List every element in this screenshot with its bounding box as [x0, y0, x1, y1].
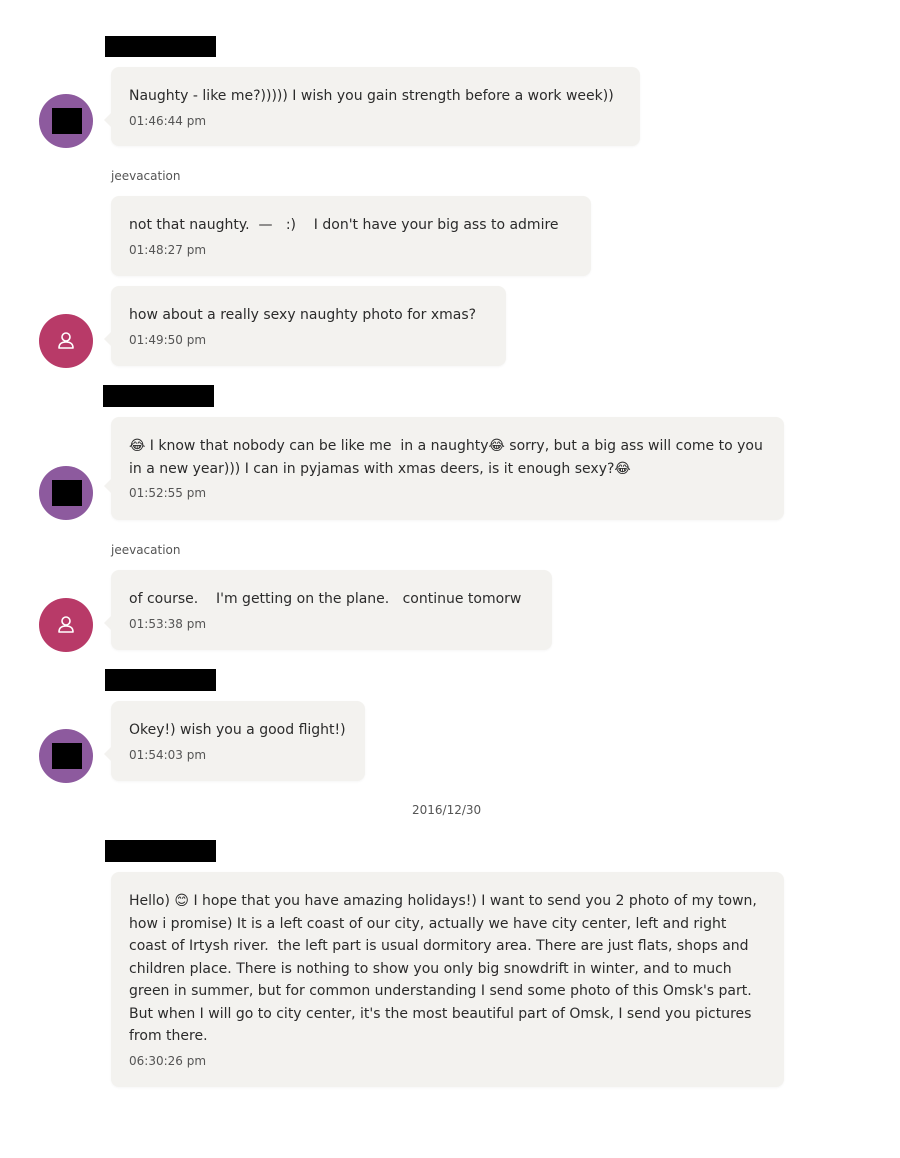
message-bubble: Naughty - like me?))))) I wish you gain … [104, 67, 640, 146]
message-bubble: Hello) 😊 I hope that you have amazing ho… [111, 872, 784, 1087]
redacted-sender-name [105, 36, 216, 57]
message-bubble: Okey!) wish you a good flight!) 01:54:03… [104, 701, 365, 781]
redacted-avatar-image [52, 743, 82, 769]
message-timestamp: 01:52:55 pm [129, 486, 207, 500]
avatar [39, 466, 93, 520]
avatar [39, 598, 93, 652]
message-timestamp: 01:53:38 pm [129, 616, 207, 631]
message-bubble: 😂 I know that nobody can be like me in a… [104, 417, 784, 520]
avatar [39, 314, 93, 368]
date-separator: 2016/12/30 [412, 803, 482, 817]
message-text: Naughty - like me?))))) I wish you gain … [129, 88, 614, 104]
redacted-sender-name [105, 840, 216, 862]
avatar [39, 94, 93, 148]
message-text: of course. I'm getting on the plane. con… [129, 591, 522, 607]
message-timestamp: 01:48:27 pm [129, 242, 207, 257]
message-text: 😂 I know that nobody can be like me in a… [129, 438, 768, 477]
message-bubble: not that naughty. — :) I don't have your… [111, 196, 591, 276]
message-timestamp: 01:49:50 pm [129, 332, 207, 347]
redacted-avatar-image [52, 480, 82, 506]
person-icon [58, 332, 74, 349]
message-text: Hello) 😊 I hope that you have amazing ho… [129, 893, 762, 1044]
redacted-sender-name [105, 669, 216, 691]
message-timestamp: 06:30:26 pm [129, 1053, 207, 1068]
sender-name: jeevacation [111, 169, 181, 183]
message-timestamp: 01:46:44 pm [129, 113, 207, 128]
redacted-sender-name [103, 385, 214, 407]
sender-name: jeevacation [111, 543, 181, 557]
redacted-avatar-image [52, 108, 82, 134]
message-text: Okey!) wish you a good flight!) [129, 722, 346, 738]
message-text: how about a really sexy naughty photo fo… [129, 307, 477, 323]
message-bubble: of course. I'm getting on the plane. con… [104, 570, 552, 650]
message-text: not that naughty. — :) I don't have your… [129, 217, 559, 233]
message-bubble: how about a really sexy naughty photo fo… [104, 286, 506, 366]
avatar [39, 729, 93, 783]
person-icon [58, 616, 74, 633]
message-timestamp: 01:54:03 pm [129, 747, 207, 762]
